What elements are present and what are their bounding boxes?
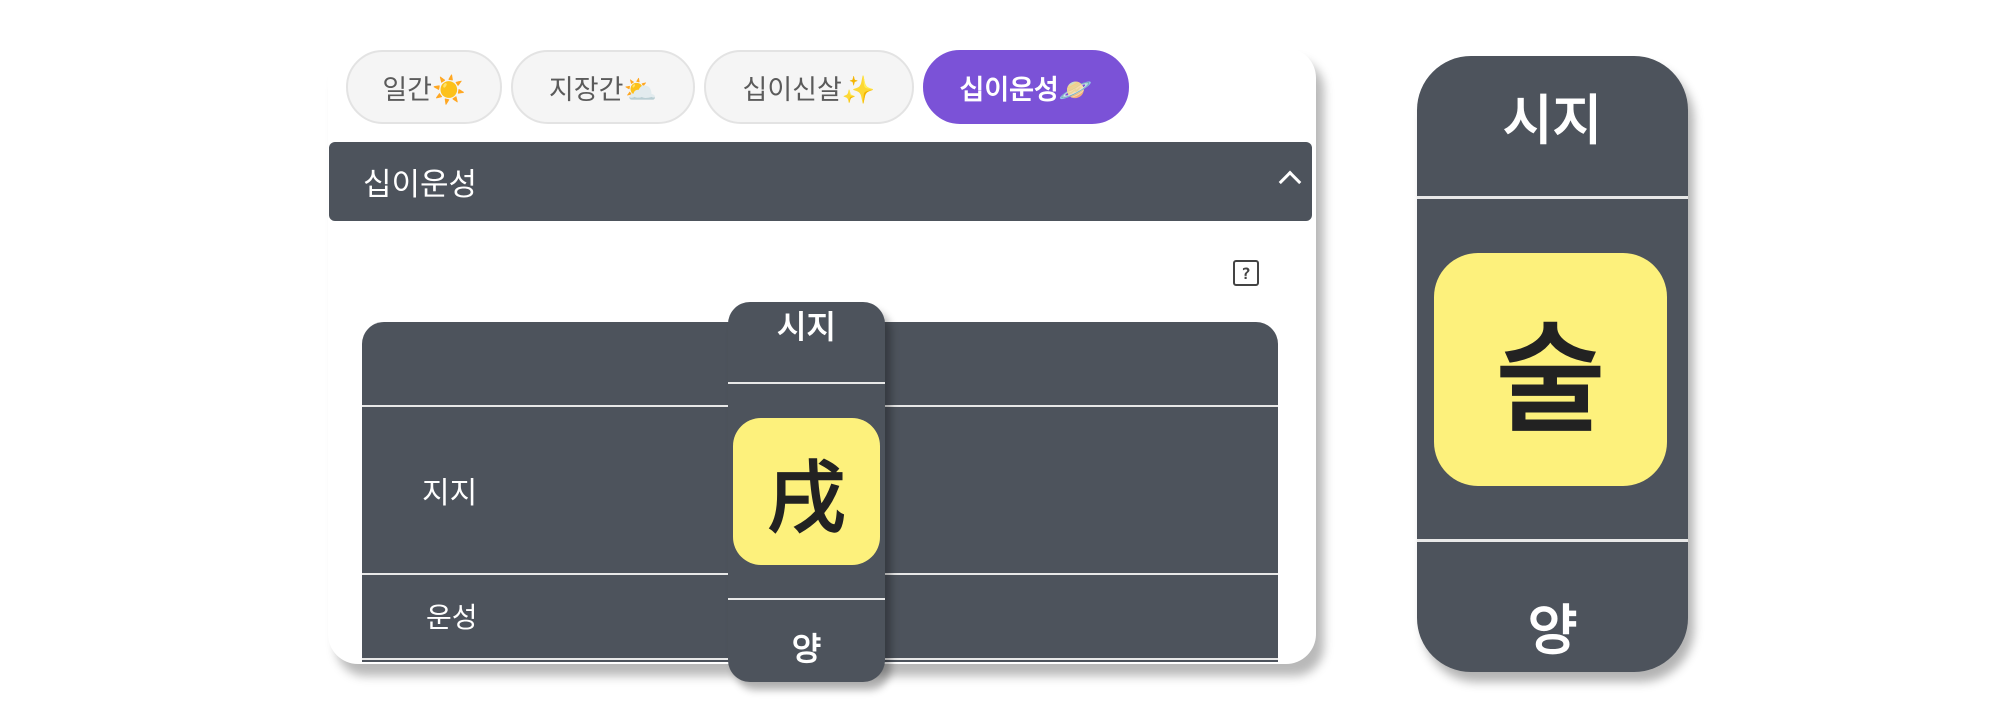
tab-sibisinsal[interactable]: 십이신살✨ bbox=[704, 50, 914, 124]
help-icon[interactable]: ? bbox=[1233, 260, 1259, 286]
accordion-title: 십이운성 bbox=[363, 167, 478, 203]
fortune-value: 양 bbox=[791, 630, 822, 668]
highlight-column-zoom[interactable]: 시지 술 양 bbox=[1417, 56, 1688, 672]
column-divider bbox=[728, 382, 885, 384]
column-divider bbox=[728, 598, 885, 600]
chevron-up-icon[interactable] bbox=[1278, 170, 1302, 194]
column-header-siji: 시지 bbox=[777, 308, 836, 346]
row-label-jiji: 지지 bbox=[422, 476, 478, 511]
fortune-value-zoom: 양 bbox=[1527, 599, 1578, 662]
tab-sibiunseong[interactable]: 십이운성🪐 bbox=[923, 50, 1129, 124]
accordion-header[interactable]: 십이운성 bbox=[329, 142, 1312, 221]
column-header-siji-zoom: 시지 bbox=[1502, 89, 1603, 152]
column-divider bbox=[1417, 539, 1688, 542]
highlight-column-small[interactable]: 시지 戌 양 bbox=[728, 302, 885, 682]
row-label-unseong: 운성 bbox=[426, 601, 478, 634]
tab-ilgan[interactable]: 일간☀️ bbox=[346, 50, 502, 124]
branch-cell-hangul[interactable]: 술 bbox=[1434, 253, 1667, 486]
tab-jijanggan[interactable]: 지장간⛅ bbox=[511, 50, 695, 124]
column-divider bbox=[1417, 196, 1688, 199]
branch-cell-hanja[interactable]: 戌 bbox=[733, 418, 880, 565]
